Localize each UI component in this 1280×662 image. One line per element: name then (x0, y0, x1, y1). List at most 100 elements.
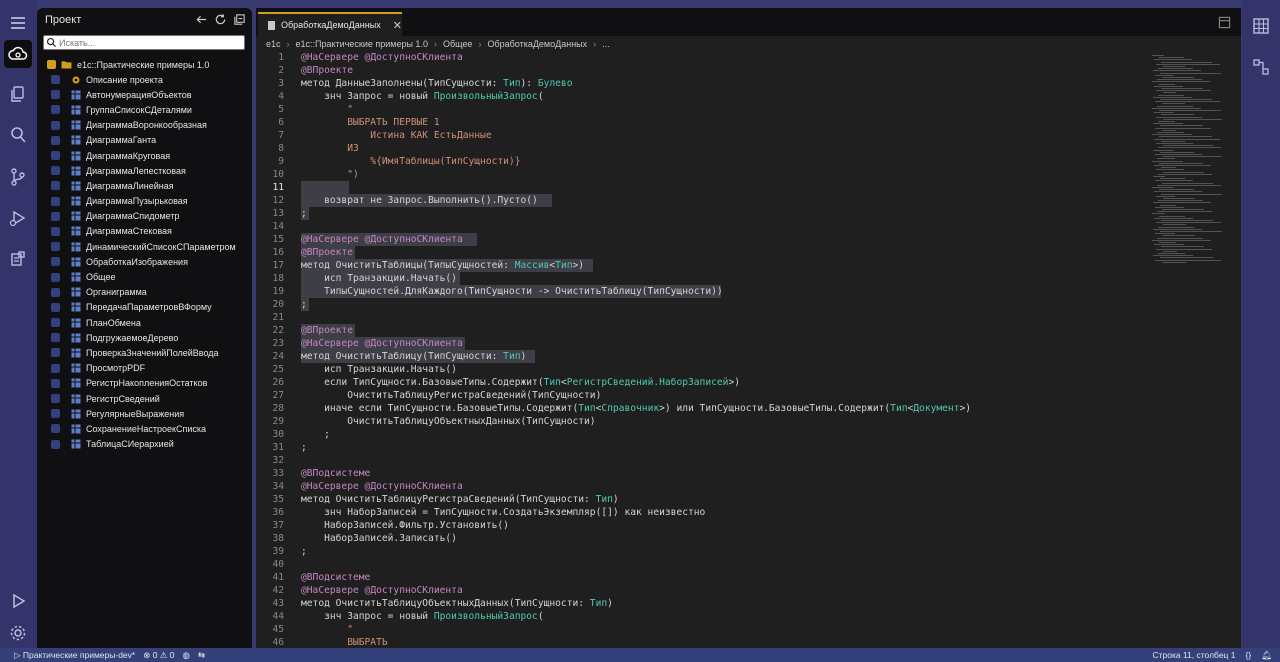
cloud-project-icon[interactable] (4, 40, 32, 68)
tree-item[interactable]: АвтонумерацияОбъектов (37, 87, 252, 102)
code-line[interactable]: 37 НаборЗаписей.Фильтр.Установить() (256, 519, 1146, 532)
code-line[interactable]: 24 метод ОчиститьТаблицу(ТипСущности: Тип… (256, 350, 1146, 363)
tree-item[interactable]: Общее (37, 269, 252, 284)
tree-item-checkbox[interactable] (51, 257, 60, 267)
breadcrumb-item[interactable]: Общее (443, 39, 472, 49)
code-line[interactable]: 14 (256, 220, 1146, 233)
link-icon[interactable]: ⇆ (198, 650, 205, 661)
code-line[interactable]: 6 ВЫБРАТЬ ПЕРВЫЕ 1 (256, 116, 1146, 129)
breadcrumb-item[interactable]: ... (602, 39, 610, 49)
code-line[interactable]: 39; (256, 545, 1146, 558)
tree-item-checkbox[interactable] (51, 151, 60, 161)
code-line[interactable]: 4 знч Запрос = новый ПроизвольныйЗапрос( (256, 90, 1146, 103)
code-line[interactable]: 29 ОчиститьТаблицуОбъектныхДанных(ТипСущ… (256, 415, 1146, 428)
breadcrumb-item[interactable]: ОбработкаДемоДанных (487, 39, 587, 49)
tree-item[interactable]: ПередачаПараметровВФорму (37, 300, 252, 315)
collapse-all-icon[interactable] (233, 13, 246, 26)
cursor-position[interactable]: Строка 11, столбец 1 (1152, 650, 1235, 661)
tree-item[interactable]: ДинамическийСписокСПараметром (37, 239, 252, 254)
code-line[interactable]: 9 %{ИмяТаблицы(ТипСущности)} (256, 155, 1146, 168)
code-line[interactable]: 45 " (256, 623, 1146, 636)
tree-item[interactable]: Описание проекта (37, 72, 252, 87)
code-line[interactable]: 16 @ВПроекте (256, 246, 1146, 259)
settings-gear-icon[interactable] (4, 619, 32, 647)
tab-obrabotka[interactable]: ОбработкаДемоДанных ✕ (258, 12, 402, 36)
files-icon[interactable] (4, 80, 32, 108)
problems-status[interactable]: ⊗ 0 ⚠ 0 (143, 650, 174, 661)
tree-item-checkbox[interactable] (51, 333, 60, 343)
code-line[interactable]: 32 (256, 454, 1146, 467)
tree-item[interactable]: ДиаграммаСпидометр (37, 209, 252, 224)
close-tab-icon[interactable]: ✕ (393, 19, 402, 32)
code-line[interactable]: 10 ") (256, 168, 1146, 181)
tree-item-checkbox[interactable] (51, 181, 60, 191)
tree-item-checkbox[interactable] (51, 378, 60, 388)
run-icon[interactable] (4, 587, 32, 615)
tree-item-checkbox[interactable] (51, 409, 60, 419)
tree-item[interactable]: РегистрСведений (37, 391, 252, 406)
structure-icon[interactable] (1251, 57, 1271, 77)
tree-item[interactable]: РегулярныеВыражения (37, 406, 252, 421)
tree-item-checkbox[interactable] (51, 287, 60, 297)
search-input[interactable] (59, 36, 239, 49)
code-line[interactable]: 26 если ТипСущности.БазовыеТипы.Содержит… (256, 376, 1146, 389)
tree-item[interactable]: ПросмотрPDF (37, 361, 252, 376)
tree-item[interactable]: ПланОбмена (37, 315, 252, 330)
tree-item-checkbox[interactable] (51, 348, 60, 358)
tree-item-checkbox[interactable] (51, 226, 60, 236)
tree-item-checkbox[interactable] (51, 318, 60, 328)
code-line[interactable]: 15 @НаСервере @ДоступноСКлиента (256, 233, 1146, 246)
code-line[interactable]: 41 @ВПодсистеме (256, 571, 1146, 584)
code-line[interactable]: 33 @ВПодсистеме (256, 467, 1146, 480)
code-line[interactable]: 46 ВЫБРАТЬ (256, 636, 1146, 648)
code-line[interactable]: 18 исп Транзакции.Начать() (256, 272, 1146, 285)
code-line[interactable]: 44 знч Запрос = новый ПроизвольныйЗапрос… (256, 610, 1146, 623)
code-line[interactable]: 1 @НаСервере @ДоступноСКлиента (256, 51, 1146, 64)
code-line[interactable]: 35 метод ОчиститьТаблицуРегистраСведений(… (256, 493, 1146, 506)
search-icon[interactable] (4, 121, 32, 149)
tree-item[interactable]: ДиаграммаВоронкообразная (37, 118, 252, 133)
code-line[interactable]: 21 (256, 311, 1146, 324)
root-checkbox[interactable] (47, 60, 56, 69)
code-line[interactable]: 13; (256, 207, 1146, 220)
tree-item-checkbox[interactable] (51, 424, 60, 434)
tree-item[interactable]: ДиаграммаЛепестковая (37, 163, 252, 178)
tree-item-checkbox[interactable] (51, 211, 60, 221)
code-line[interactable]: 27 ОчиститьТаблицуРегистраСведений(ТипСу… (256, 389, 1146, 402)
tree-item[interactable]: ДиаграммаСтековая (37, 224, 252, 239)
code-line[interactable]: 36 знч НаборЗаписей = ТипСущности.Создат… (256, 506, 1146, 519)
code-line[interactable]: 19 ТипыСущностей.ДляКаждого(ТипСущности … (256, 285, 1146, 298)
code-line[interactable]: 34 @НаСервере @ДоступноСКлиента (256, 480, 1146, 493)
tree-item-checkbox[interactable] (51, 135, 60, 145)
tree-root-item[interactable]: e1c::Практические примеры 1.0 (37, 57, 252, 72)
code-area[interactable]: 1 @НаСервере @ДоступноСКлиента 2 @ВПроекте 3… (256, 51, 1241, 648)
tree-item[interactable]: ГруппаСписокСДеталями (37, 102, 252, 117)
tree-item-checkbox[interactable] (51, 439, 60, 449)
tree-item-checkbox[interactable] (51, 90, 60, 100)
run-debug-icon[interactable] (4, 204, 32, 232)
code-line[interactable]: 5 " (256, 103, 1146, 116)
tree-item[interactable]: ДиаграммаГанта (37, 133, 252, 148)
code-line[interactable]: 30 ; (256, 428, 1146, 441)
code-line[interactable]: 28 иначе если ТипСущности.БазовыеТипы.Со… (256, 402, 1146, 415)
source-control-icon[interactable] (4, 163, 32, 191)
project-status[interactable]: ▷ Практические примеры-dev* (14, 650, 135, 661)
code-line[interactable]: 7 Истина КАК ЕстьДанные (256, 129, 1146, 142)
code-line[interactable]: 31; (256, 441, 1146, 454)
code-line[interactable]: 43 метод ОчиститьТаблицуОбъектныхДанных(Т… (256, 597, 1146, 610)
code-line[interactable]: 23 @НаСервере @ДоступноСКлиента (256, 337, 1146, 350)
tree-item-checkbox[interactable] (51, 363, 60, 373)
code-line[interactable]: 42 @НаСервере @ДоступноСКлиента (256, 584, 1146, 597)
code-line[interactable]: 3 метод ДанныеЗаполнены(ТипСущности: Тип)… (256, 77, 1146, 90)
tree-item[interactable]: ДиаграммаКруговая (37, 148, 252, 163)
bell-icon[interactable]: 🔔︎ (1261, 650, 1272, 661)
code-line[interactable]: 12 возврат не Запрос.Выполнить().Пусто() (256, 194, 1146, 207)
tree-item[interactable]: ДиаграммаПузырьковая (37, 194, 252, 209)
tree-item[interactable]: ПодгружаемоеДерево (37, 330, 252, 345)
tree-item[interactable]: СохранениеНастроекСписка (37, 421, 252, 436)
tree-item-checkbox[interactable] (51, 394, 60, 404)
tree-item[interactable]: РегистрНакопленияОстатков (37, 376, 252, 391)
tree-item[interactable]: ОбработкаИзображения (37, 254, 252, 269)
menu-icon[interactable] (4, 9, 32, 37)
tree-item[interactable]: ПроверкаЗначенийПолейВвода (37, 345, 252, 360)
